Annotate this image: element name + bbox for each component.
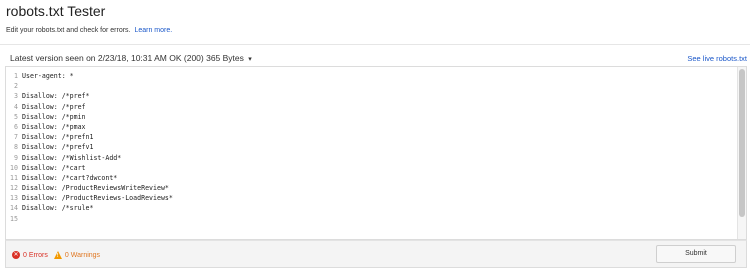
code-line[interactable]: 11 Disallow: /*cart?dwcont* bbox=[6, 173, 737, 183]
code-line[interactable]: 7 Disallow: /*prefn1 bbox=[6, 132, 737, 142]
code-line[interactable]: 10 Disallow: /*cart bbox=[6, 163, 737, 173]
line-text bbox=[21, 214, 22, 224]
code-line[interactable]: 2 bbox=[6, 81, 737, 91]
version-dropdown[interactable]: Latest version seen on 2/23/18, 10:31 AM… bbox=[10, 53, 252, 63]
version-label: Latest version seen on 2/23/18, 10:31 AM… bbox=[10, 53, 244, 63]
line-number: 10 bbox=[10, 163, 18, 172]
line-number: 7 bbox=[14, 133, 18, 142]
line-number: 8 bbox=[14, 143, 18, 152]
submit-button[interactable]: Submit bbox=[656, 245, 736, 263]
line-text: Disallow: /*prefn1 bbox=[22, 133, 94, 142]
line-number: 5 bbox=[14, 112, 18, 121]
line-number: 14 bbox=[10, 204, 18, 213]
line-number: 15 bbox=[10, 214, 18, 223]
editor-scrollbar[interactable] bbox=[737, 67, 746, 239]
warning-icon: ! bbox=[53, 251, 62, 259]
line-number: 11 bbox=[10, 173, 18, 182]
line-text: Disallow: /*cart bbox=[22, 163, 86, 172]
code-line[interactable]: 8 Disallow: /*prefv1 bbox=[6, 142, 737, 152]
line-number: 9 bbox=[14, 153, 18, 162]
line-text: Disallow: /*pmin bbox=[22, 112, 86, 121]
warnings-count: 0 Warnings bbox=[64, 251, 101, 259]
code-line[interactable]: 9 Disallow: /*Wishlist-Add* bbox=[6, 153, 737, 163]
code-line[interactable]: 6 Disallow: /*pmax bbox=[6, 122, 737, 132]
code-line[interactable]: 12 Disallow: /ProductReviewsWriteReview* bbox=[6, 183, 737, 193]
line-number: 13 bbox=[10, 194, 18, 203]
description-text: Edit your robots.txt and check for error… bbox=[6, 27, 131, 34]
line-text: Disallow: /ProductReviewsWriteReview* bbox=[22, 184, 169, 193]
line-number: 12 bbox=[10, 184, 18, 193]
code-line[interactable]: 15 bbox=[6, 214, 737, 224]
line-text: Disallow: /ProductReviews-LoadReviews* bbox=[22, 194, 173, 203]
editor-footer: ✕ 0 Errors ! 0 Warnings Submit bbox=[5, 240, 747, 268]
editor-scroll-thumb[interactable] bbox=[739, 69, 745, 217]
code-line[interactable]: 3 Disallow: /*pref* bbox=[6, 91, 737, 101]
line-number: 3 bbox=[14, 92, 18, 101]
robots-editor-panel: 1 User-agent: * 2 3 Disallow: /*pref* 4 Disall… bbox=[5, 66, 747, 240]
code-line[interactable]: 13 Disallow: /ProductReviews-LoadReviews* bbox=[6, 193, 737, 203]
header-divider bbox=[0, 44, 750, 45]
line-number: 6 bbox=[14, 122, 18, 131]
line-number: 4 bbox=[14, 102, 18, 111]
line-text: Disallow: /*pref* bbox=[22, 92, 90, 101]
code-line[interactable]: 14 Disallow: /*srule* bbox=[6, 203, 737, 213]
code-line[interactable]: 5 Disallow: /*pmin bbox=[6, 112, 737, 122]
line-text: Disallow: /*srule* bbox=[22, 204, 94, 213]
line-text: Disallow: /*Wishlist-Add* bbox=[22, 153, 122, 162]
errors-count: 0 Errors bbox=[23, 251, 48, 259]
page-description: Edit your robots.txt and check for error… bbox=[6, 27, 172, 34]
line-number: 2 bbox=[14, 82, 18, 91]
line-text: Disallow: /*pref bbox=[22, 102, 86, 111]
page-title: robots.txt Tester bbox=[6, 3, 106, 19]
chevron-down-icon: ▾ bbox=[248, 56, 252, 63]
validation-status: ✕ 0 Errors ! 0 Warnings bbox=[12, 251, 100, 259]
line-text bbox=[21, 81, 22, 91]
see-live-robots-link[interactable]: See live robots.txt bbox=[687, 54, 747, 63]
line-text: Disallow: /*cart?dwcont* bbox=[22, 173, 118, 182]
robots-editor[interactable]: 1 User-agent: * 2 3 Disallow: /*pref* 4 Disall… bbox=[6, 67, 737, 239]
warning-mark: ! bbox=[56, 252, 59, 259]
code-line[interactable]: 4 Disallow: /*pref bbox=[6, 102, 737, 112]
line-text: Disallow: /*prefv1 bbox=[22, 143, 94, 152]
learn-more-link[interactable]: Learn more. bbox=[134, 27, 172, 34]
error-icon: ✕ bbox=[12, 251, 20, 259]
line-number: 1 bbox=[14, 72, 18, 80]
line-text: User-agent: * bbox=[22, 72, 74, 80]
code-line[interactable]: 1 User-agent: * bbox=[6, 71, 737, 81]
line-text: Disallow: /*pmax bbox=[22, 122, 86, 131]
